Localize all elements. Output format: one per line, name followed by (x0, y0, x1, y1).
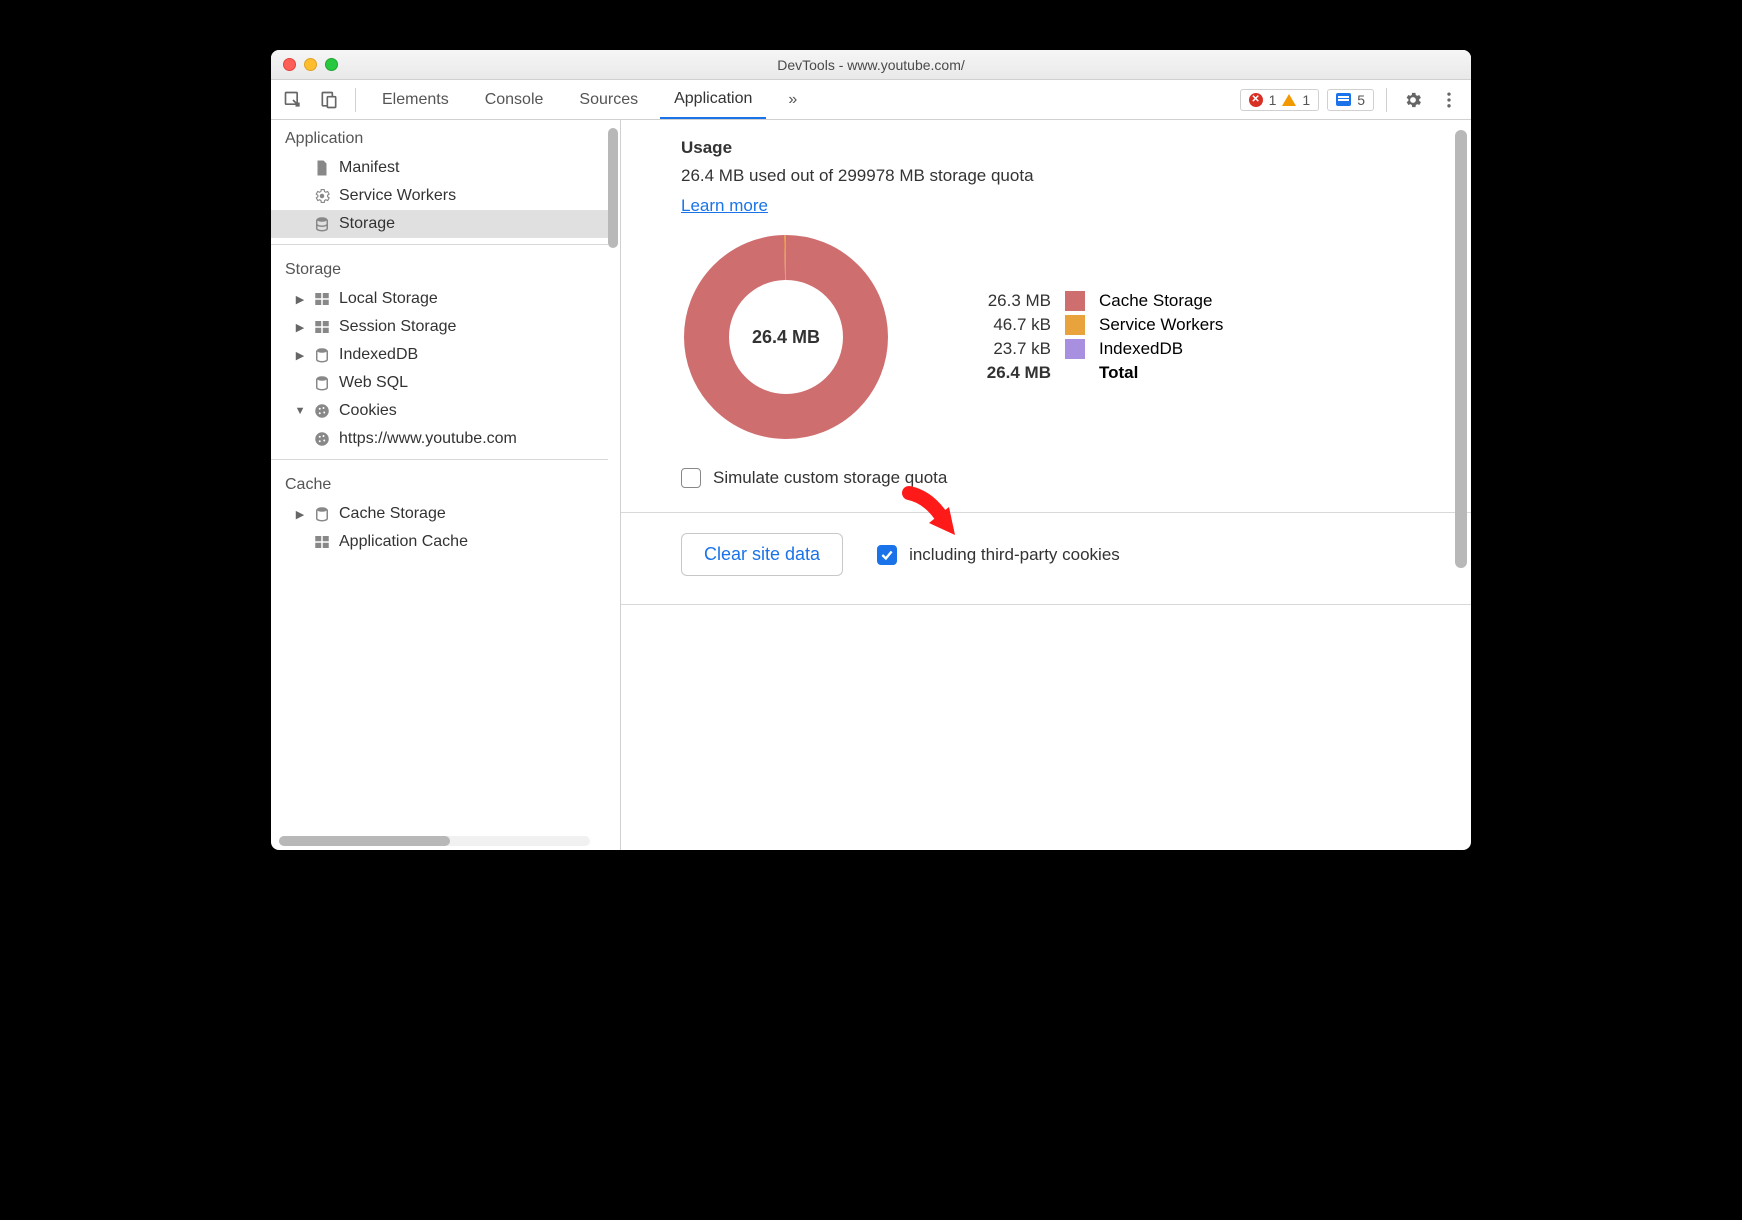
titlebar: DevTools - www.youtube.com/ (271, 50, 1471, 80)
messages-badge[interactable]: 5 (1327, 89, 1374, 111)
sidebar-item-application-cache[interactable]: Application Cache (271, 528, 608, 556)
file-icon (313, 159, 331, 177)
usage-legend: 26.3 MB Cache Storage 46.7 kB Service Wo… (961, 287, 1223, 387)
divider (621, 604, 1471, 605)
divider (1386, 88, 1387, 112)
sidebar-item-label: IndexedDB (339, 346, 418, 364)
database-icon (313, 346, 331, 364)
legend-swatch (1065, 315, 1085, 335)
error-count: 1 (1269, 92, 1277, 108)
tab-elements[interactable]: Elements (368, 80, 463, 119)
inspect-icon[interactable] (279, 86, 307, 114)
legend-row-indexeddb: 23.7 kB IndexedDB (961, 339, 1223, 359)
database-icon (313, 215, 331, 233)
window-controls (283, 58, 338, 71)
section-storage: Storage (271, 251, 608, 285)
scrollbar-horizontal[interactable] (279, 836, 590, 846)
usage-donut-chart: 26.4 MB (681, 232, 891, 442)
issues-badge[interactable]: ✕ 1 1 (1240, 89, 1320, 111)
grid-icon (313, 318, 331, 336)
legend-swatch (1065, 339, 1085, 359)
donut-center-label: 26.4 MB (681, 232, 891, 442)
sidebar-item-label: Manifest (339, 159, 399, 177)
storage-panel: Usage 26.4 MB used out of 299978 MB stor… (621, 120, 1471, 850)
legend-row-cache-storage: 26.3 MB Cache Storage (961, 291, 1223, 311)
grid-icon (313, 290, 331, 308)
scrollbar-vertical[interactable] (1455, 130, 1467, 568)
section-cache: Cache (271, 466, 608, 500)
third-party-cookies-label: including third-party cookies (909, 545, 1120, 565)
tab-sources[interactable]: Sources (565, 80, 652, 119)
sidebar-item-label: Session Storage (339, 318, 456, 336)
sidebar-item-indexeddb[interactable]: ▶ IndexedDB (271, 341, 608, 369)
gear-icon (313, 187, 331, 205)
chevron-right-icon[interactable]: ▶ (295, 508, 305, 521)
warning-count: 1 (1302, 92, 1310, 108)
scrollbar-vertical[interactable] (608, 128, 618, 248)
chevron-right-icon[interactable]: ▶ (295, 321, 305, 334)
simulate-quota-row: Simulate custom storage quota (681, 468, 1431, 488)
sidebar-item-cookie-origin[interactable]: https://www.youtube.com (271, 425, 608, 453)
chevron-right-icon[interactable]: ▶ (295, 349, 305, 362)
close-icon[interactable] (283, 58, 296, 71)
legend-row-total: 26.4 MB Total (961, 363, 1223, 383)
chevron-right-icon[interactable]: ▶ (295, 293, 305, 306)
sidebar-item-cookies[interactable]: ▼ Cookies (271, 397, 608, 425)
application-sidebar: Application Manifest Service Workers Sto… (271, 120, 621, 850)
devtools-window: DevTools - www.youtube.com/ Elements Con… (271, 50, 1471, 850)
sidebar-item-service-workers[interactable]: Service Workers (271, 182, 608, 210)
maximize-icon[interactable] (325, 58, 338, 71)
divider (355, 88, 356, 112)
clear-site-data-button[interactable]: Clear site data (681, 533, 843, 576)
sidebar-item-label: https://www.youtube.com (339, 430, 517, 448)
minimize-icon[interactable] (304, 58, 317, 71)
message-count: 5 (1357, 92, 1365, 108)
chevron-down-icon[interactable]: ▼ (295, 405, 305, 417)
sidebar-item-label: Web SQL (339, 374, 408, 392)
devtools-body: Application Manifest Service Workers Sto… (271, 120, 1471, 850)
learn-more-link[interactable]: Learn more (681, 196, 768, 215)
divider (621, 512, 1471, 513)
sidebar-item-label: Application Cache (339, 533, 468, 551)
error-icon: ✕ (1249, 93, 1263, 107)
database-icon (313, 374, 331, 392)
sidebar-item-label: Cookies (339, 402, 397, 420)
sidebar-item-local-storage[interactable]: ▶ Local Storage (271, 285, 608, 313)
sidebar-item-label: Local Storage (339, 290, 438, 308)
settings-icon[interactable] (1399, 86, 1427, 114)
grid-icon (313, 533, 331, 551)
sidebar-item-label: Service Workers (339, 187, 456, 205)
message-icon (1336, 93, 1351, 106)
sidebar-item-label: Cache Storage (339, 505, 446, 523)
sidebar-item-storage[interactable]: Storage (271, 210, 608, 238)
tabs-overflow[interactable]: » (774, 80, 811, 119)
window-title: DevTools - www.youtube.com/ (271, 57, 1471, 73)
cookie-icon (313, 430, 331, 448)
third-party-cookies-checkbox[interactable] (877, 545, 897, 565)
sidebar-item-manifest[interactable]: Manifest (271, 154, 608, 182)
sidebar-item-session-storage[interactable]: ▶ Session Storage (271, 313, 608, 341)
database-icon (313, 505, 331, 523)
sidebar-item-websql[interactable]: Web SQL (271, 369, 608, 397)
devtools-tabbar: Elements Console Sources Application » ✕… (271, 80, 1471, 120)
section-application: Application (271, 120, 608, 154)
tab-application[interactable]: Application (660, 80, 766, 119)
more-icon[interactable] (1435, 86, 1463, 114)
cookie-icon (313, 402, 331, 420)
legend-swatch (1065, 291, 1085, 311)
usage-text: 26.4 MB used out of 299978 MB storage qu… (681, 166, 1431, 186)
legend-row-service-workers: 46.7 kB Service Workers (961, 315, 1223, 335)
sidebar-item-cache-storage[interactable]: ▶ Cache Storage (271, 500, 608, 528)
tab-console[interactable]: Console (471, 80, 558, 119)
sidebar-item-label: Storage (339, 215, 395, 233)
usage-heading: Usage (681, 138, 1431, 158)
simulate-quota-checkbox[interactable] (681, 468, 701, 488)
simulate-quota-label: Simulate custom storage quota (713, 468, 947, 488)
device-toggle-icon[interactable] (315, 86, 343, 114)
warning-icon (1282, 94, 1296, 106)
